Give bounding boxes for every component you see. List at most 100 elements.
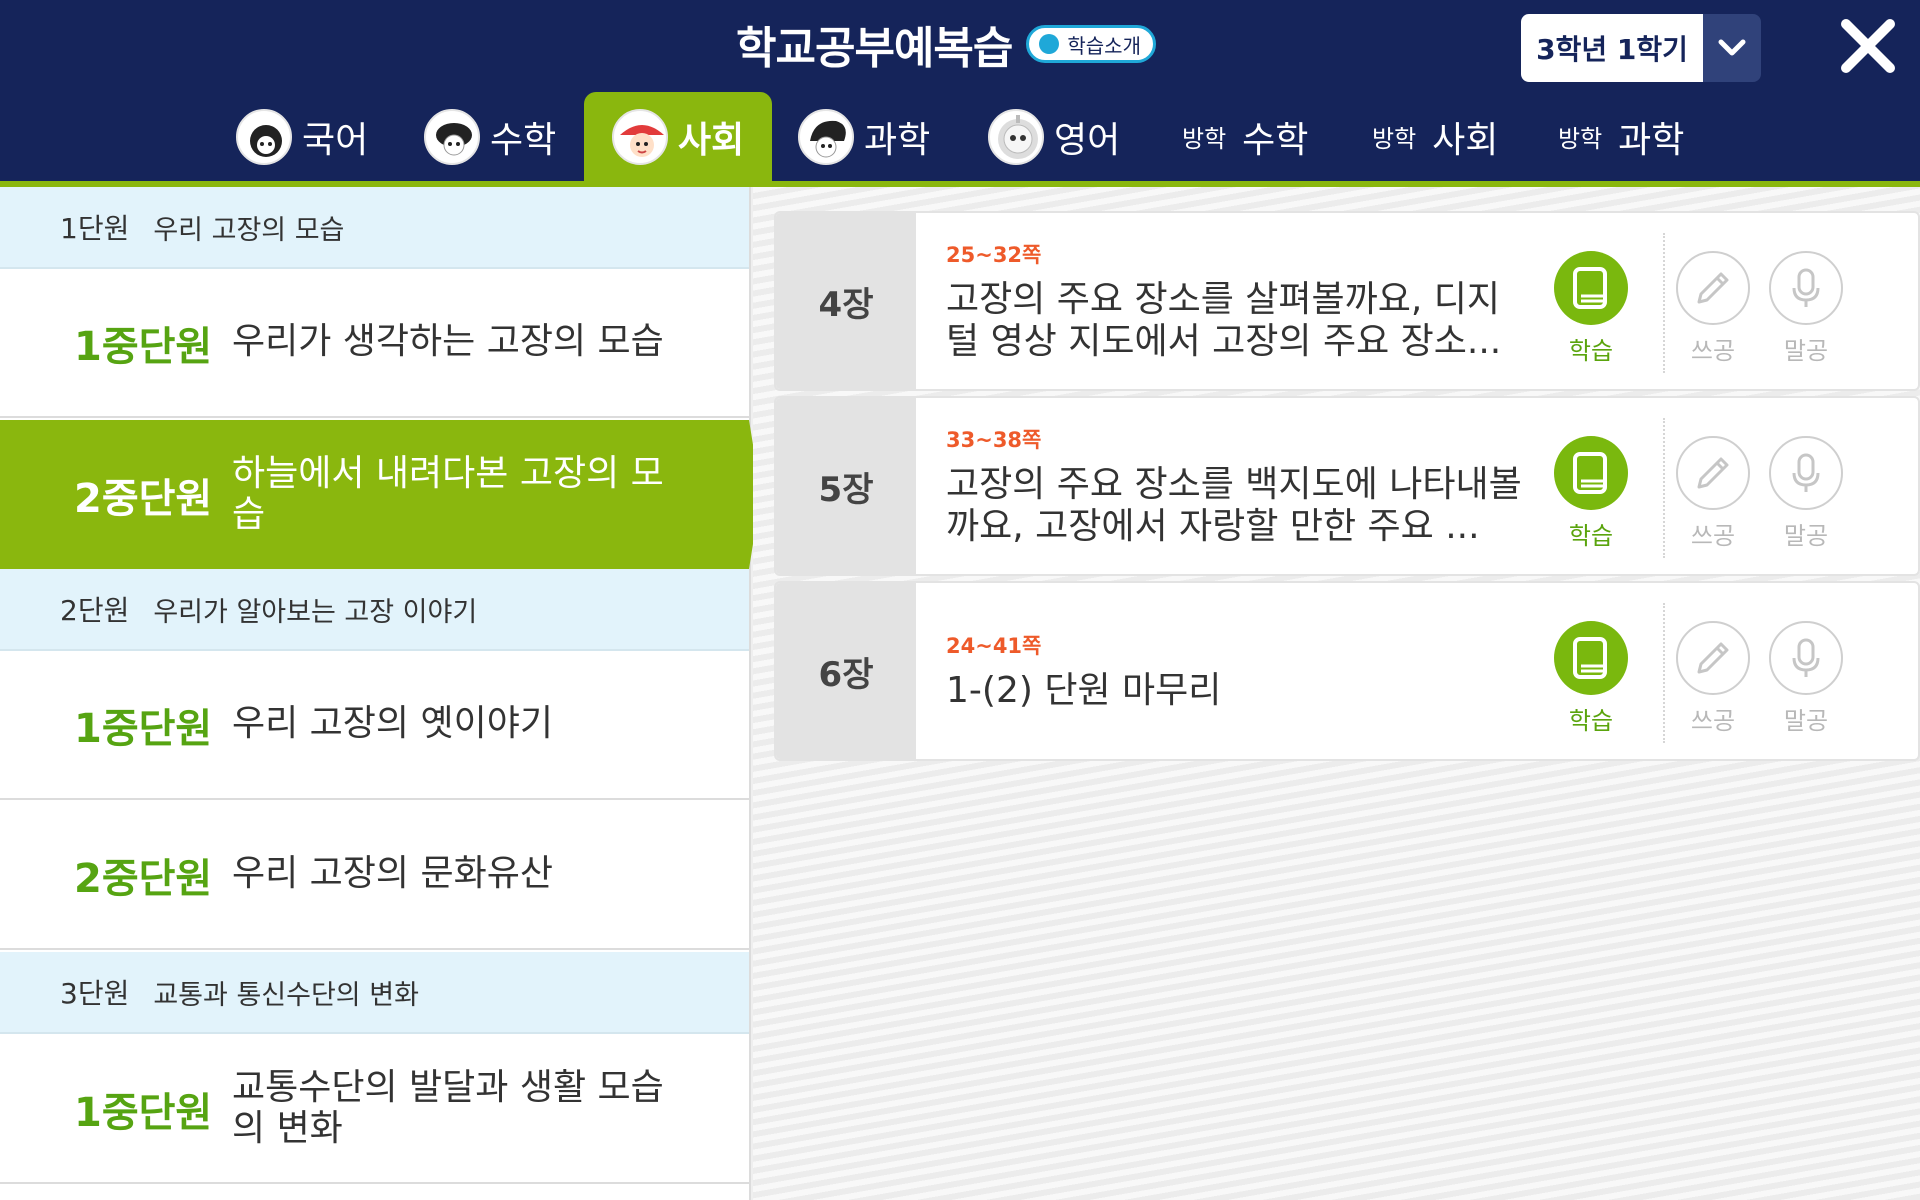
tab-label: 사회 xyxy=(1432,119,1499,161)
lesson-body: 24~41쪽 1-(2) 단원 마무리 xyxy=(916,583,1526,759)
subunit-title: 교통수단의 발달과 생활 모습의 변화 xyxy=(232,1067,664,1149)
lesson-body: 33~38쪽 고장의 주요 장소를 백지도에 나타내볼까요, 고장에서 자랑할 … xyxy=(916,398,1526,574)
pencil-icon xyxy=(1676,436,1750,510)
subunit-number: 1중단원 xyxy=(74,323,213,370)
study-button[interactable]: 학습 xyxy=(1552,251,1630,366)
subunit-number: 2중단원 xyxy=(74,855,213,902)
subject-tabs: 국어 수학 사회 과학 영어 방학 수학 방학 사회 방학 과학 xyxy=(0,92,1920,181)
tab-label: 영어 xyxy=(1054,119,1121,161)
tab-label: 국어 xyxy=(302,119,369,161)
speak-label: 말공 xyxy=(1783,337,1829,365)
top-header: 학교공부예복습 학습소개 3학년 1학기 국어 수학 사회 과학 영어 방학 수… xyxy=(0,0,1920,181)
lesson-title: 고장의 주요 장소를 백지도에 나타내볼까요, 고장에서 자랑할 만한 주요 .… xyxy=(946,463,1522,547)
divider xyxy=(1663,418,1665,558)
lesson-chapter: 4장 xyxy=(776,213,916,389)
unit-title: 교통과 통신수단의 변화 xyxy=(153,979,419,1011)
intro-button[interactable]: 학습소개 xyxy=(1026,25,1156,63)
subunit-number: 2중단원 xyxy=(74,475,213,522)
subunit-item[interactable]: 1중단원 교통수단의 발달과 생활 모습의 변화 xyxy=(0,1035,749,1184)
robot-avatar-icon xyxy=(988,108,1044,165)
write-button[interactable]: 쓰공 xyxy=(1674,251,1752,366)
title-area: 학교공부예복습 학습소개 xyxy=(736,14,1156,74)
speak-label: 말공 xyxy=(1783,522,1829,550)
tab-label: 사회 xyxy=(678,119,745,161)
app-title: 학교공부예복습 xyxy=(736,23,1013,74)
lesson-chapter: 6장 xyxy=(776,583,916,759)
subunit-item[interactable]: 1중단원 우리 고장의 옛이야기 xyxy=(0,651,749,800)
chevron-down-icon xyxy=(1718,39,1746,56)
character-avatar-icon xyxy=(612,108,668,165)
study-label: 학습 xyxy=(1568,707,1614,735)
unit-header: 3단원 교통과 통신수단의 변화 xyxy=(0,952,749,1034)
subunit-item[interactable]: 2중단원 우리 고장의 문화유산 xyxy=(0,801,749,950)
unit-sidebar: 1단원 우리 고장의 모습 1중단원 우리가 생각하는 고장의 모습 2중단원 … xyxy=(0,187,751,1200)
unit-header: 1단원 우리 고장의 모습 xyxy=(0,187,749,269)
book-icon xyxy=(1554,621,1628,695)
speak-button[interactable]: 말공 xyxy=(1767,251,1845,366)
subunit-item-active[interactable]: 2중단원 하늘에서 내려다본 고장의 모습 xyxy=(0,420,749,569)
book-icon xyxy=(1554,436,1628,510)
lesson-pages: 25~32쪽 xyxy=(946,242,1042,267)
character-avatar-icon xyxy=(798,108,854,165)
speak-button[interactable]: 말공 xyxy=(1767,436,1845,551)
semester-select[interactable]: 3학년 1학기 xyxy=(1521,14,1761,82)
study-button[interactable]: 학습 xyxy=(1552,436,1630,551)
pencil-icon xyxy=(1676,251,1750,325)
subunit-title: 하늘에서 내려다본 고장의 모습 xyxy=(232,453,664,535)
unit-title: 우리가 알아보는 고장 이야기 xyxy=(153,596,478,628)
semester-dropdown-button[interactable] xyxy=(1703,14,1761,82)
speak-button[interactable]: 말공 xyxy=(1767,621,1845,736)
tab-label: 수학 xyxy=(1242,119,1309,161)
tab-prefix: 방학 xyxy=(1558,125,1603,153)
tab-vacation-science[interactable]: 방학 과학 xyxy=(1558,92,1684,181)
speak-label: 말공 xyxy=(1783,707,1829,735)
tab-math[interactable]: 수학 xyxy=(424,92,556,181)
tab-science[interactable]: 과학 xyxy=(798,92,930,181)
study-button[interactable]: 학습 xyxy=(1552,621,1630,736)
tab-korean[interactable]: 국어 xyxy=(236,92,368,181)
write-label: 쓰공 xyxy=(1690,337,1736,365)
microphone-icon xyxy=(1769,621,1843,695)
tab-label: 과학 xyxy=(1618,119,1685,161)
lesson-title: 고장의 주요 장소를 살펴볼까요, 디지털 영상 지도에서 고장의 주요 장소.… xyxy=(946,278,1502,362)
tab-prefix: 방학 xyxy=(1182,125,1227,153)
tab-english[interactable]: 영어 xyxy=(988,92,1120,181)
lesson-body: 25~32쪽 고장의 주요 장소를 살펴볼까요, 디지털 영상 지도에서 고장의… xyxy=(916,213,1526,389)
close-button[interactable] xyxy=(1838,16,1898,76)
write-button[interactable]: 쓰공 xyxy=(1674,436,1752,551)
semester-label: 3학년 1학기 xyxy=(1521,14,1703,82)
lesson-chapter: 5장 xyxy=(776,398,916,574)
tab-social[interactable]: 사회 xyxy=(584,92,772,181)
study-label: 학습 xyxy=(1568,337,1614,365)
tab-vacation-math[interactable]: 방학 수학 xyxy=(1182,92,1308,181)
microphone-icon xyxy=(1769,436,1843,510)
divider xyxy=(1663,603,1665,743)
lesson-actions: 학습 쓰공 말공 xyxy=(1552,213,1918,389)
lesson-title: 1-(2) 단원 마무리 xyxy=(946,669,1222,711)
tab-prefix: 방학 xyxy=(1372,125,1417,153)
tab-label: 과학 xyxy=(864,119,931,161)
intro-button-label: 학습소개 xyxy=(1067,33,1141,58)
lesson-list: 4장 25~32쪽 고장의 주요 장소를 살펴볼까요, 디지털 영상 지도에서 … xyxy=(753,187,1920,1200)
lesson-card: 5장 33~38쪽 고장의 주요 장소를 백지도에 나타내볼까요, 고장에서 자… xyxy=(774,396,1920,576)
subunit-title: 우리 고장의 옛이야기 xyxy=(232,703,553,745)
character-avatar-icon xyxy=(424,108,480,165)
book-icon xyxy=(1554,251,1628,325)
write-button[interactable]: 쓰공 xyxy=(1674,621,1752,736)
unit-number: 3단원 xyxy=(60,977,130,1010)
intro-dot-icon xyxy=(1039,34,1060,54)
write-label: 쓰공 xyxy=(1690,522,1736,550)
write-label: 쓰공 xyxy=(1690,707,1736,735)
unit-header: 2단원 우리가 알아보는 고장 이야기 xyxy=(0,569,749,651)
tab-vacation-social[interactable]: 방학 사회 xyxy=(1372,92,1498,181)
divider xyxy=(1663,233,1665,373)
subunit-number: 1중단원 xyxy=(74,705,213,752)
subunit-title: 우리 고장의 문화유산 xyxy=(232,853,553,895)
subunit-item[interactable]: 1중단원 우리가 생각하는 고장의 모습 xyxy=(0,269,749,418)
lesson-actions: 학습 쓰공 말공 xyxy=(1552,583,1918,759)
lesson-pages: 33~38쪽 xyxy=(946,427,1042,452)
tab-label: 수학 xyxy=(490,119,557,161)
unit-number: 2단원 xyxy=(60,594,130,627)
study-label: 학습 xyxy=(1568,522,1614,550)
lesson-card: 6장 24~41쪽 1-(2) 단원 마무리 학습 쓰공 말공 xyxy=(774,581,1920,761)
